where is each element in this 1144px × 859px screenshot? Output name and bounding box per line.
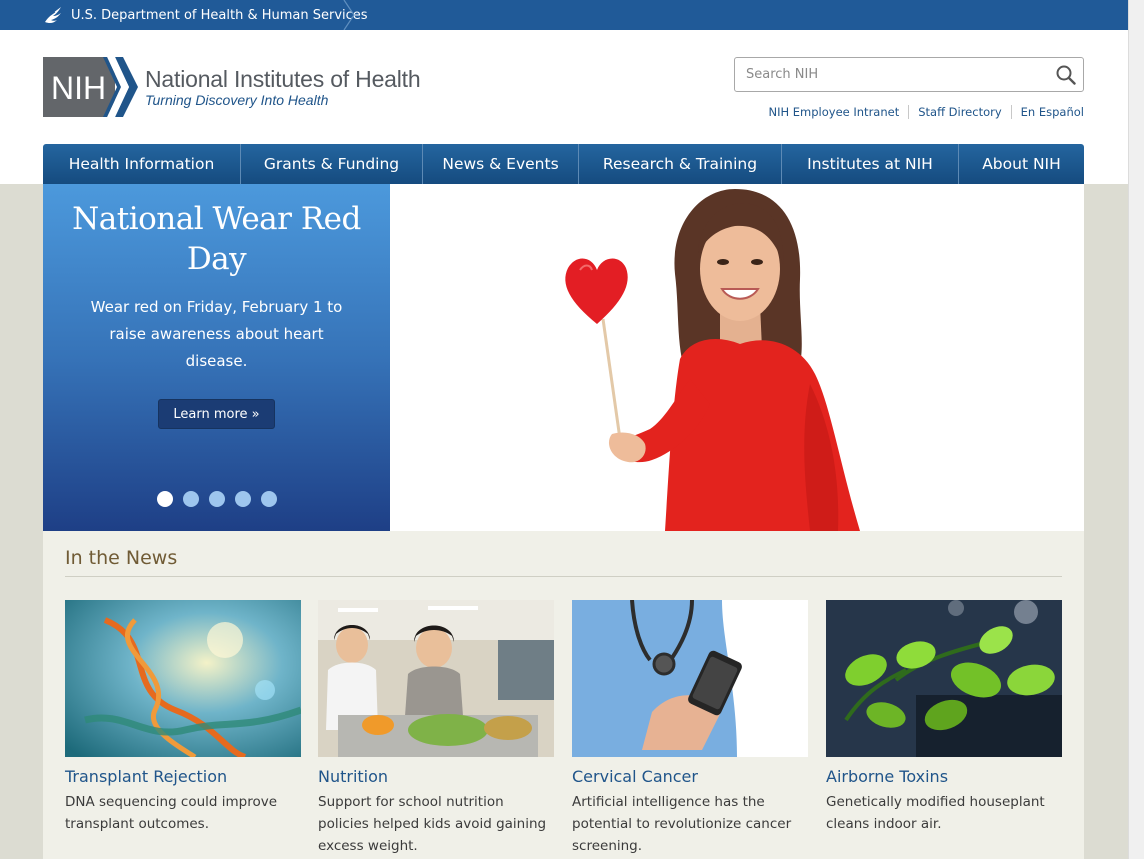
news-image-houseplant[interactable] <box>826 600 1062 757</box>
link-staff-directory[interactable]: Staff Directory <box>908 105 1010 119</box>
news-desc-transplant: DNA sequencing could improve transplant … <box>65 794 278 832</box>
search-box <box>734 57 1084 92</box>
utility-links: NIH Employee Intranet Staff Directory En… <box>759 105 1084 119</box>
nih-logo-mark: NIH <box>43 57 138 117</box>
news-heading: In the News <box>65 547 178 569</box>
news-title-cervical-cancer[interactable]: Cervical Cancer <box>572 767 808 786</box>
news-desc-nutrition: Support for school nutrition policies he… <box>318 794 547 854</box>
news-title-airborne-toxins[interactable]: Airborne Toxins <box>826 767 1062 786</box>
logo-tagline: Turning Discovery Into Health <box>145 91 329 108</box>
hhs-bar: U.S. Department of Health & Human Servic… <box>0 0 1128 30</box>
link-employee-intranet[interactable]: NIH Employee Intranet <box>759 105 908 119</box>
nav-research-training[interactable]: Research & Training <box>579 144 782 184</box>
search-input[interactable] <box>735 58 1035 91</box>
nav-news-events[interactable]: News & Events <box>423 144 579 184</box>
news-card-transplant: Transplant Rejection DNA sequencing coul… <box>65 600 301 835</box>
in-the-news-section: In the News Transplant Rejection DNA seq… <box>43 531 1084 859</box>
news-image-doctor-phone[interactable] <box>572 600 808 757</box>
nav-grants-funding[interactable]: Grants & Funding <box>241 144 423 184</box>
news-card-nutrition: Nutrition Support for school nutrition p… <box>318 600 554 857</box>
carousel-dot-5[interactable] <box>260 491 277 507</box>
hhs-eagle-icon <box>45 7 61 24</box>
hero-carousel: National Wear Red Day Wear red on Friday… <box>43 184 1084 531</box>
hhs-link[interactable]: U.S. Department of Health & Human Servic… <box>43 0 368 30</box>
news-divider <box>65 576 1062 577</box>
nih-logo[interactable]: NIH National Institutes of Health Turnin… <box>43 57 421 117</box>
learn-more-button[interactable]: Learn more » <box>158 399 275 429</box>
carousel-dot-2[interactable] <box>182 491 199 507</box>
main-nav: Health Information Grants & Funding News… <box>43 144 1084 184</box>
carousel-dot-3[interactable] <box>208 491 225 507</box>
nav-institutes-at-nih[interactable]: Institutes at NIH <box>782 144 959 184</box>
scrollbar[interactable] <box>1128 0 1144 859</box>
carousel-dot-1[interactable] <box>156 491 173 507</box>
hero-title: National Wear Red Day <box>72 201 361 277</box>
news-title-transplant[interactable]: Transplant Rejection <box>65 767 301 786</box>
nav-about-nih[interactable]: About NIH <box>959 144 1084 184</box>
hero-panel: National Wear Red Day Wear red on Friday… <box>43 184 390 531</box>
news-card-cervical-cancer: Cervical Cancer Artificial intelligence … <box>572 600 808 857</box>
hhs-chevron-icon <box>343 0 355 30</box>
nih-logo-text: NIH <box>51 70 106 106</box>
logo-title: National Institutes of Health <box>145 65 421 92</box>
nav-health-information[interactable]: Health Information <box>43 144 241 184</box>
news-desc-cervical-cancer: Artificial intelligence has the potentia… <box>572 794 792 854</box>
news-title-nutrition[interactable]: Nutrition <box>318 767 554 786</box>
hero-text: Wear red on Friday, February 1 to raise … <box>90 298 343 370</box>
news-image-dna[interactable] <box>65 600 301 757</box>
search-icon <box>1056 65 1076 85</box>
news-image-kids-lunch[interactable] <box>318 600 554 757</box>
news-card-airborne-toxins: Airborne Toxins Genetically modified hou… <box>826 600 1062 835</box>
carousel-dot-4[interactable] <box>234 491 251 507</box>
hhs-label: U.S. Department of Health & Human Servic… <box>71 7 368 23</box>
news-desc-airborne-toxins: Genetically modified houseplant cleans i… <box>826 794 1045 832</box>
search-button[interactable] <box>1053 62 1079 88</box>
carousel-dots <box>43 491 390 507</box>
link-en-espanol[interactable]: En Español <box>1010 105 1084 119</box>
hero-image-woman-red-heart[interactable] <box>390 184 1084 531</box>
